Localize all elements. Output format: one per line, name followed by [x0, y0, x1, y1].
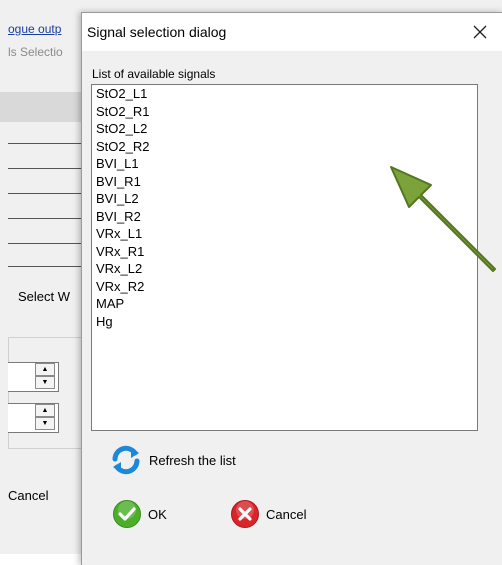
- spin-down-icon[interactable]: ▼: [35, 417, 55, 430]
- signal-selection-dialog: Signal selection dialog List of availabl…: [81, 12, 502, 565]
- ok-button[interactable]: OK: [112, 499, 167, 529]
- signal-list-item[interactable]: StO2_L1: [92, 85, 477, 103]
- cancel-x-icon: [231, 500, 259, 528]
- bg-subtitle: ls Selectio: [8, 45, 63, 59]
- refresh-label: Refresh the list: [149, 452, 236, 468]
- bg-row-line: [8, 243, 84, 244]
- bg-row-line: [8, 168, 84, 169]
- spin-up-icon[interactable]: ▲: [35, 363, 55, 376]
- bg-header-bar: [0, 92, 84, 122]
- refresh-button[interactable]: Refresh the list: [109, 443, 236, 477]
- bg-row-line: [8, 266, 84, 267]
- bg-row-line: [8, 143, 84, 144]
- cancel-button[interactable]: Cancel: [230, 499, 306, 529]
- signal-list-item[interactable]: Hg: [92, 313, 477, 331]
- bg-spinner[interactable]: ▲ ▼: [35, 404, 55, 430]
- bg-cancel-button[interactable]: Cancel: [8, 488, 48, 503]
- dialog-titlebar[interactable]: Signal selection dialog: [82, 13, 502, 51]
- signal-list-item[interactable]: StO2_L2: [92, 120, 477, 138]
- bg-row-line: [8, 193, 84, 194]
- bg-row-line: [8, 218, 84, 219]
- signal-list-item[interactable]: StO2_R2: [92, 138, 477, 156]
- refresh-icon: [112, 445, 140, 475]
- annotation-arrow-icon: [390, 166, 496, 272]
- spin-up-icon[interactable]: ▲: [35, 404, 55, 417]
- bg-spinner[interactable]: ▲ ▼: [35, 363, 55, 389]
- list-label: List of available signals: [92, 67, 216, 81]
- ok-label: OK: [148, 506, 167, 522]
- check-icon: [113, 500, 141, 528]
- close-button[interactable]: [457, 13, 502, 51]
- bg-select-button[interactable]: Select W: [18, 289, 70, 304]
- signal-list-item[interactable]: StO2_R1: [92, 103, 477, 121]
- cancel-label: Cancel: [266, 506, 307, 522]
- bg-menu-link[interactable]: ogue outp: [8, 22, 61, 36]
- dialog-title: Signal selection dialog: [87, 24, 227, 40]
- close-icon: [473, 25, 487, 39]
- signal-list-item[interactable]: MAP: [92, 295, 477, 313]
- spin-down-icon[interactable]: ▼: [35, 376, 55, 389]
